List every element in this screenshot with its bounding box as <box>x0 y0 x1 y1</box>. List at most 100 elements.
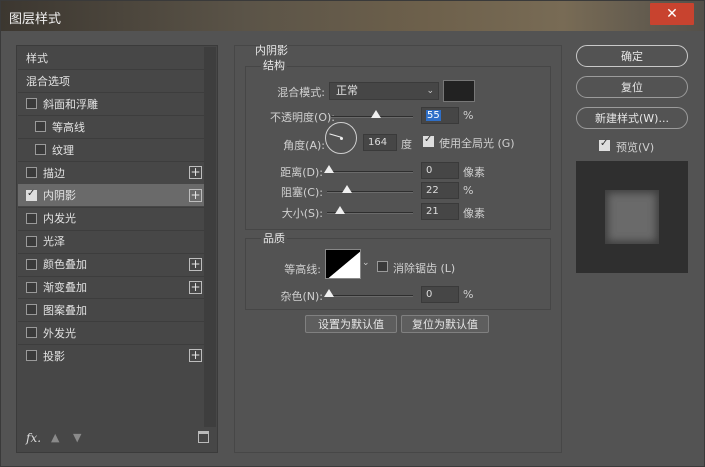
style-item-checkbox[interactable] <box>26 235 37 247</box>
size-slider-thumb[interactable] <box>335 206 346 214</box>
style-item-checkbox[interactable] <box>26 167 37 178</box>
inner-shadow-settings: 内阴影 结构 混合模式: 正常 ⌄ 不透明度(O): 55 % 角度(A): 1… <box>234 44 562 453</box>
angle-dial[interactable] <box>325 122 357 154</box>
add-effect-icon[interactable]: + <box>189 166 202 179</box>
style-item-checkbox[interactable] <box>26 258 37 270</box>
choke-slider[interactable] <box>327 185 413 193</box>
size-slider[interactable] <box>327 206 413 214</box>
move-up-icon[interactable]: ▲ <box>51 431 59 444</box>
style-item[interactable]: 纹理 <box>18 139 204 161</box>
anti-alias-checkbox[interactable] <box>377 261 388 272</box>
style-item[interactable]: 内阴影 + <box>18 184 204 207</box>
blend-mode-value: 正常 <box>336 84 358 97</box>
add-effect-icon[interactable]: + <box>189 349 202 363</box>
new-style-button[interactable]: 新建样式(W)... <box>576 107 688 129</box>
set-default-button[interactable]: 设置为默认值 <box>305 315 397 333</box>
chevron-down-icon: ⌄ <box>426 86 434 96</box>
noise-slider-thumb[interactable] <box>324 289 334 297</box>
blend-mode-select[interactable]: 正常 ⌄ <box>329 82 439 100</box>
opacity-slider-thumb[interactable] <box>370 110 381 118</box>
quality-title: 品质 <box>261 230 287 246</box>
noise-unit: % <box>463 288 474 301</box>
reset-button[interactable]: 复位 <box>576 76 688 98</box>
add-effect-icon[interactable]: + <box>189 188 202 202</box>
style-item-label: 光泽 <box>43 235 65 249</box>
style-item-label: 颜色叠加 <box>43 258 87 272</box>
distance-input[interactable]: 0 <box>421 162 459 179</box>
style-item-label: 内阴影 <box>43 189 76 203</box>
choke-unit: % <box>463 184 474 197</box>
styles-list-footer: fx. ▲ ▼ <box>18 428 216 452</box>
opacity-input[interactable]: 55 <box>421 107 459 124</box>
structure-title: 结构 <box>261 57 287 73</box>
distance-slider[interactable] <box>324 165 413 173</box>
style-item[interactable]: 颜色叠加 + <box>18 253 204 275</box>
style-item[interactable]: 渐变叠加 + <box>18 276 204 298</box>
style-item-label: 外发光 <box>43 326 76 340</box>
move-down-icon[interactable]: ▼ <box>73 431 81 444</box>
styles-list-scrollbar[interactable] <box>204 47 216 427</box>
style-item-label: 渐变叠加 <box>43 281 87 294</box>
style-item[interactable]: 等高线 <box>18 116 204 138</box>
distance-slider-thumb[interactable] <box>324 165 334 173</box>
close-button[interactable]: ✕ <box>650 3 694 25</box>
style-item[interactable]: 斜面和浮雕 <box>18 93 204 115</box>
style-item-checkbox[interactable] <box>26 212 37 224</box>
anti-alias-label: 消除锯齿 (L) <box>393 262 456 275</box>
fx-icon[interactable]: fx. <box>26 431 41 445</box>
dialog-title: 图层样式 <box>9 12 62 27</box>
style-item[interactable]: 样式 <box>18 47 204 69</box>
blend-mode-label: 混合模式: <box>277 86 325 99</box>
style-item-checkbox[interactable] <box>35 121 46 133</box>
reset-default-button[interactable]: 复位为默认值 <box>401 315 489 333</box>
opacity-slider[interactable] <box>331 110 413 118</box>
style-item[interactable]: 图案叠加 <box>18 299 204 321</box>
style-item-checkbox[interactable] <box>26 188 37 201</box>
choke-label: 阻塞(C): <box>281 186 323 199</box>
add-effect-icon[interactable]: + <box>189 280 202 294</box>
global-light-checkbox[interactable] <box>423 134 434 147</box>
style-item-checkbox[interactable] <box>26 304 37 316</box>
style-item[interactable]: 描边 + <box>18 162 204 184</box>
opacity-value: 55 <box>426 110 441 121</box>
ok-button[interactable]: 确定 <box>576 45 688 67</box>
style-item-label: 图案叠加 <box>43 303 87 317</box>
fx-dot: . <box>37 431 42 445</box>
size-input[interactable]: 21 <box>421 203 459 220</box>
noise-label: 杂色(N): <box>280 290 323 303</box>
size-label: 大小(S): <box>281 207 323 220</box>
size-unit: 像素 <box>463 207 485 220</box>
style-item-label: 投影 <box>43 349 65 363</box>
style-item-checkbox[interactable] <box>35 144 46 156</box>
style-item-checkbox[interactable] <box>26 350 37 362</box>
style-item-label: 纹理 <box>52 143 74 157</box>
global-light-label: 使用全局光 (G) <box>439 137 515 150</box>
style-item[interactable]: 投影 + <box>18 345 204 367</box>
style-item[interactable]: 内发光 <box>18 207 204 229</box>
style-item[interactable]: 混合选项 <box>18 70 204 92</box>
contour-label: 等高线: <box>284 263 321 276</box>
style-preview <box>576 161 688 273</box>
trash-icon[interactable] <box>198 431 209 443</box>
contour-chevron-icon[interactable]: ⌄ <box>362 258 370 268</box>
add-effect-icon[interactable]: + <box>189 257 202 271</box>
style-item-checkbox[interactable] <box>26 281 37 293</box>
angle-dial-center <box>340 137 343 140</box>
style-preview-swatch <box>605 190 659 244</box>
noise-input[interactable]: 0 <box>421 286 459 303</box>
contour-preview[interactable] <box>325 249 361 279</box>
angle-input[interactable]: 164 <box>363 134 397 151</box>
style-item-checkbox[interactable] <box>26 327 37 339</box>
distance-unit: 像素 <box>463 166 485 179</box>
preview-checkbox[interactable] <box>599 138 610 151</box>
section-title: 内阴影 <box>255 44 288 57</box>
noise-slider[interactable] <box>324 289 413 297</box>
choke-input[interactable]: 22 <box>421 182 459 199</box>
choke-slider-thumb[interactable] <box>342 185 353 193</box>
contour-fill <box>326 250 360 278</box>
style-item[interactable]: 外发光 <box>18 322 204 344</box>
style-item[interactable]: 光泽 <box>18 230 204 252</box>
style-item-label: 斜面和浮雕 <box>43 97 98 111</box>
style-item-checkbox[interactable] <box>26 98 37 110</box>
shadow-color-swatch[interactable] <box>443 80 475 102</box>
